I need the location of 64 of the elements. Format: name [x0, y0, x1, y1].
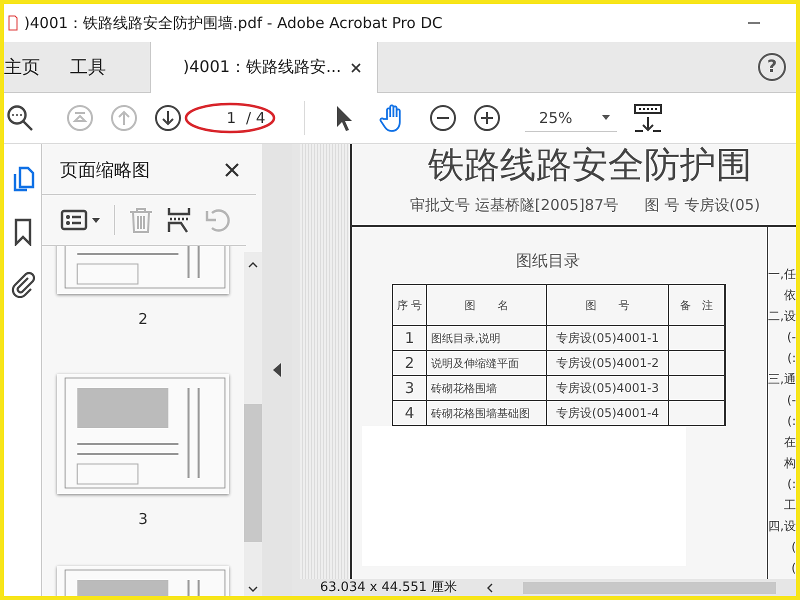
page-number-label: 2 — [138, 310, 148, 328]
margin-note: 二,设 — [768, 309, 796, 323]
column-header: 图 名 — [427, 285, 547, 326]
search-button[interactable] — [6, 104, 34, 132]
page-count: / 4 — [246, 109, 266, 127]
scroll-mode-button[interactable] — [633, 103, 663, 133]
table-cell: 说明及伸缩缝平面 — [427, 351, 547, 376]
page-size: 63.034 x 44.551 厘米 — [320, 579, 458, 596]
table-cell: 专房设(05)4001-1 — [547, 326, 669, 351]
document-tab[interactable]: )4001：铁路线路安... — [150, 42, 378, 93]
chevron-up-icon[interactable] — [248, 262, 258, 268]
margin-note: ( — [791, 540, 796, 554]
margin-note: 构 — [784, 456, 796, 470]
table-title: 图纸目录 — [516, 251, 580, 272]
table-cell: 1 — [393, 326, 427, 351]
margin-note: 一,任 — [768, 267, 796, 281]
table-cell: 2 — [393, 351, 427, 376]
attachments-tab[interactable] — [10, 270, 34, 298]
drawing-title: 铁路线路安全防护围 — [427, 144, 753, 188]
page-number-label: 3 — [138, 510, 148, 528]
margin-note: 工 — [784, 498, 796, 512]
margin-note: (- — [786, 330, 796, 344]
margin-note: (- — [786, 393, 796, 407]
table-cell: 砖砌花格围墙 — [427, 376, 547, 401]
margin-note: 在 — [784, 435, 796, 449]
zoom-in-button[interactable] — [473, 104, 501, 132]
vertical-scrollbar[interactable] — [244, 252, 262, 596]
margin-note: (: — [787, 477, 796, 491]
table-cell: 图纸目录,说明 — [427, 326, 547, 351]
margin-note: 四,设 — [768, 519, 796, 533]
table-cell: 专房设(05)4001-2 — [547, 351, 669, 376]
tab-title: )4001：铁路线路安... — [183, 57, 342, 78]
panel-title: 页面缩略图 — [60, 159, 150, 182]
close-icon[interactable] — [351, 62, 362, 72]
table-cell: 专房设(05)4001-3 — [547, 376, 669, 401]
chevron-down-icon[interactable] — [248, 586, 258, 592]
scrollbar-thumb[interactable] — [244, 404, 262, 542]
next-page-button[interactable] — [154, 104, 182, 132]
nav-tab[interactable]: 工具 — [58, 42, 124, 92]
table-cell: 3 — [393, 376, 427, 401]
zoom-dropdown[interactable]: 25% — [525, 104, 617, 132]
margin-note: 三,通 — [768, 372, 796, 386]
horizontal-scrollbar[interactable] — [523, 582, 776, 594]
caret-icon — [602, 115, 610, 120]
page-number-field[interactable]: 1 — [196, 109, 236, 127]
margin-note: 依 — [784, 288, 796, 302]
column-header: 序 号 — [393, 285, 427, 326]
nav-tab[interactable]: 主页 — [4, 42, 58, 92]
chevron-left-icon[interactable] — [487, 582, 494, 592]
zoom-out-button[interactable] — [429, 104, 457, 132]
page-thumbnail[interactable] — [57, 374, 229, 494]
help-button[interactable]: ? — [758, 53, 786, 81]
collapse-panel-icon[interactable] — [273, 363, 281, 377]
window-title: )4001：铁路线路安全防护围墙.pdf - Adobe Acrobat Pro DC — [24, 14, 444, 32]
document-icon — [8, 15, 18, 31]
column-header: 图 号 — [547, 285, 669, 326]
margin-note: (: — [787, 351, 796, 365]
close-icon[interactable] — [224, 162, 240, 178]
approval-number: 审批文号 运基桥隧[2005]87号 — [410, 196, 619, 215]
margin-note: ( — [791, 561, 796, 575]
column-header: 备 注 — [669, 285, 725, 326]
margin-note: (: — [787, 414, 796, 428]
insert-page-button[interactable] — [165, 206, 193, 234]
drawing-number: 图 号 专房设(05) — [644, 196, 760, 215]
